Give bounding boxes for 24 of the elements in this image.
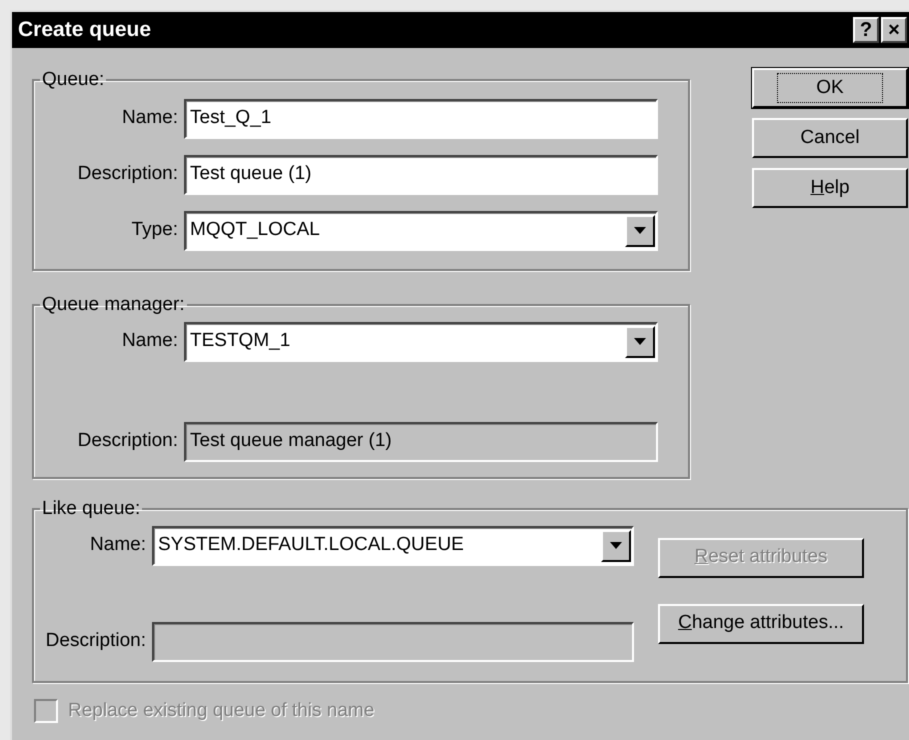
field-label: Type: (132, 218, 178, 242)
dropdown-field[interactable]: SYSTEM.DEFAULT.LOCAL.QUEUE (152, 526, 634, 566)
checkbox-label: Replace existing queue of this name (68, 699, 374, 723)
title-bar-button[interactable]: × (881, 17, 907, 43)
group-title: Queue: (41, 68, 106, 92)
window-title: Create queue (18, 17, 152, 44)
dialog-button[interactable]: OK (752, 68, 908, 108)
dropdown-field[interactable]: TESTQM_1 (184, 322, 658, 362)
dialog-button[interactable]: Change attributes... (658, 604, 864, 644)
dropdown-field[interactable]: MQQT_LOCAL (184, 210, 658, 250)
dialog-button[interactable]: Cancel (752, 118, 908, 158)
field-label: Name: (122, 106, 178, 130)
readonly-field: Test queue manager (1) (184, 422, 658, 462)
field-label: Name: (122, 329, 178, 354)
group-title: Queue manager: (41, 293, 186, 317)
text-field[interactable]: Test queue (1) (184, 154, 658, 194)
field-label: Description: (78, 429, 178, 454)
field-label: Description: (78, 162, 178, 186)
text-field[interactable]: Test_Q_1 (184, 98, 658, 138)
group-title: Like queue: (41, 497, 142, 521)
field-label: Name: (90, 533, 146, 558)
field-label: Description: (46, 629, 146, 654)
title-bar-button[interactable]: ? (853, 17, 879, 43)
dialog-button[interactable]: Help (752, 168, 908, 208)
